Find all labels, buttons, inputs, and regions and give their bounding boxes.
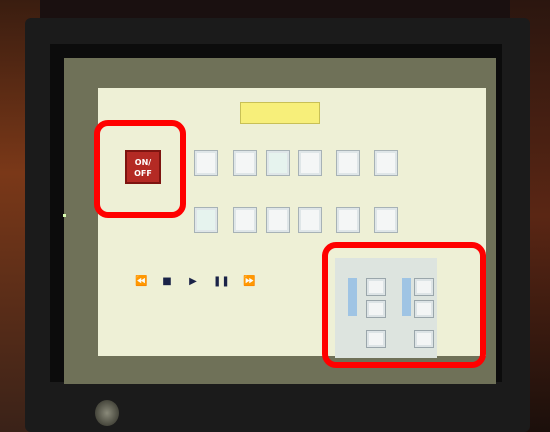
stop-icon[interactable]: ■ <box>161 276 173 288</box>
projector-button-4[interactable] <box>298 150 322 176</box>
monitor-button-6[interactable] <box>374 207 398 233</box>
monitor-knob <box>95 400 119 426</box>
play-icon[interactable]: ▶ <box>187 276 199 288</box>
pause-icon[interactable]: ❚❚ <box>213 276 230 288</box>
monitor-button-2[interactable] <box>233 207 257 233</box>
projector-button-5[interactable] <box>336 150 360 176</box>
projector-button-2[interactable] <box>233 150 257 176</box>
projector-button-3[interactable] <box>266 150 290 176</box>
fast-forward-icon[interactable]: ⏩ <box>243 276 255 288</box>
projector-button-1[interactable] <box>194 150 218 176</box>
volume-highlight-box <box>322 242 486 368</box>
monitor-button-1[interactable] <box>194 207 218 233</box>
monitor-button-3[interactable] <box>266 207 290 233</box>
status-led <box>63 214 66 217</box>
rewind-icon[interactable]: ⏪ <box>135 276 147 288</box>
screen-title <box>240 102 320 124</box>
power-highlight-box <box>94 120 186 218</box>
projector-button-6[interactable] <box>374 150 398 176</box>
monitor-button-4[interactable] <box>298 207 322 233</box>
monitor-button-5[interactable] <box>336 207 360 233</box>
